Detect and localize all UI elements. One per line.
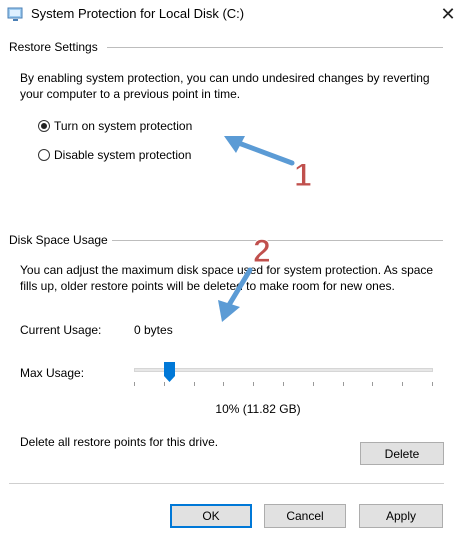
close-icon[interactable]: ✕ (433, 0, 463, 30)
slider-tick (432, 382, 433, 386)
slider-tick (134, 382, 135, 386)
footer-divider (9, 483, 444, 484)
slider-tick (194, 382, 195, 386)
delete-button[interactable]: Delete (360, 442, 444, 465)
radio-turn-on-label: Turn on system protection (54, 119, 193, 133)
slider-track[interactable] (134, 368, 433, 372)
slider-tick (253, 382, 254, 386)
current-usage-label: Current Usage: (20, 323, 102, 337)
cancel-button[interactable]: Cancel (264, 504, 346, 528)
annotation-number-1: 1 (294, 157, 312, 193)
radio-button-unchecked[interactable] (38, 149, 50, 161)
slider-tick (402, 382, 403, 386)
restore-settings-divider (107, 47, 443, 48)
max-usage-slider[interactable] (134, 362, 433, 392)
slider-ticks (134, 382, 433, 387)
disk-space-divider (112, 240, 443, 241)
slider-tick (164, 382, 165, 386)
slider-thumb[interactable] (164, 362, 175, 382)
slider-tick (313, 382, 314, 386)
disk-space-heading: Disk Space Usage (9, 233, 108, 247)
delete-restore-points-text: Delete all restore points for this drive… (20, 435, 219, 449)
radio-disable-label: Disable system protection (54, 148, 192, 162)
slider-tick (223, 382, 224, 386)
restore-settings-heading: Restore Settings (9, 40, 98, 54)
slider-tick (283, 382, 284, 386)
arrow-1-icon (224, 136, 295, 166)
ok-button[interactable]: OK (170, 504, 252, 528)
radio-disable-protection[interactable]: Disable system protection (38, 148, 191, 162)
apply-button[interactable]: Apply (359, 504, 443, 528)
current-usage-value: 0 bytes (134, 323, 173, 337)
max-usage-value: 10% (11.82 GB) (215, 402, 301, 416)
slider-tick (372, 382, 373, 386)
system-protection-icon (7, 5, 25, 23)
window-title: System Protection for Local Disk (C:) (31, 6, 245, 21)
restore-settings-description: By enabling system protection, you can u… (20, 71, 430, 101)
radio-button-checked[interactable] (38, 120, 50, 132)
max-usage-label: Max Usage: (20, 366, 85, 380)
disk-space-description: You can adjust the maximum disk space us… (20, 263, 434, 293)
slider-tick (343, 382, 344, 386)
radio-turn-on-protection[interactable]: Turn on system protection (38, 119, 192, 133)
